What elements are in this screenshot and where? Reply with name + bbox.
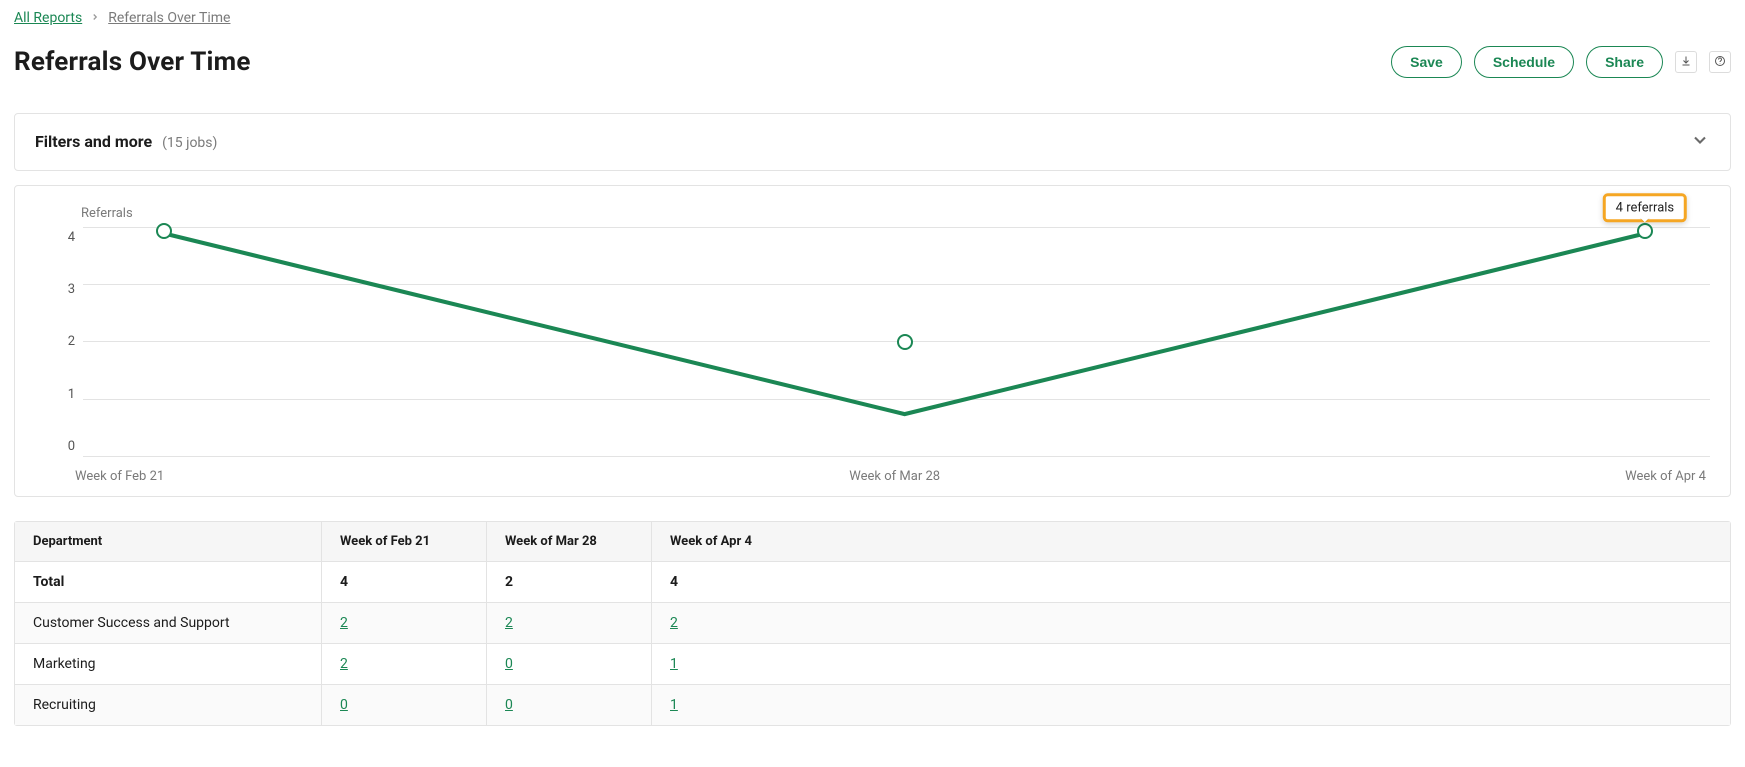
filters-panel[interactable]: Filters and more (15 jobs) (14, 113, 1731, 171)
table-value-link[interactable]: 2 (340, 656, 348, 672)
chart-line-layer (83, 227, 1710, 601)
filters-label-wrap: Filters and more (15 jobs) (35, 132, 217, 151)
table-value-link[interactable]: 0 (505, 697, 513, 713)
chart-tooltip: 4 referrals (1603, 193, 1687, 222)
breadcrumb: All Reports Referrals Over Time (14, 10, 1731, 26)
table-value-link[interactable]: 2 (505, 615, 513, 631)
chevron-down-icon (1690, 130, 1710, 154)
table-cell: 0 (487, 685, 652, 725)
table-cell: 2 (322, 603, 487, 644)
chevron-right-icon (90, 10, 100, 26)
table-value-link[interactable]: 1 (670, 697, 678, 713)
chart-ytick: 2 (68, 335, 75, 348)
schedule-button[interactable]: Schedule (1474, 46, 1574, 78)
table-value-link[interactable]: 2 (340, 615, 348, 631)
chart-ytick: 3 (68, 283, 75, 296)
chart-ylabel: Referrals (81, 206, 1710, 221)
table-value-link[interactable]: 1 (670, 656, 678, 672)
chart-plot: 4 referrals (83, 227, 1710, 457)
breadcrumb-current: Referrals Over Time (108, 10, 230, 26)
table-cell: 1 (652, 644, 1730, 685)
table-cell-department: Marketing (15, 644, 322, 685)
page-title: Referrals Over Time (14, 47, 251, 77)
save-button[interactable]: Save (1391, 46, 1462, 78)
table-cell: 0 (487, 644, 652, 685)
chart: 4 3 2 1 0 4 referrals (35, 227, 1710, 457)
download-button[interactable] (1675, 51, 1697, 73)
chart-point[interactable] (897, 334, 913, 350)
table-row: Recruiting 0 0 1 (15, 685, 1730, 725)
table-cell-department: Recruiting (15, 685, 322, 725)
page-actions: Save Schedule Share (1391, 46, 1731, 78)
help-icon (1714, 55, 1726, 70)
table-value-link[interactable]: 0 (505, 656, 513, 672)
table-value-link[interactable]: 0 (340, 697, 348, 713)
table-cell: 2 (322, 644, 487, 685)
table-cell: 0 (322, 685, 487, 725)
breadcrumb-root-link[interactable]: All Reports (14, 10, 82, 26)
chart-yaxis: 4 3 2 1 0 (35, 227, 83, 457)
share-button[interactable]: Share (1586, 46, 1663, 78)
filters-count: (15 jobs) (162, 135, 217, 151)
help-button[interactable] (1709, 51, 1731, 73)
filters-label: Filters and more (35, 132, 152, 151)
table-cell: 2 (487, 603, 652, 644)
chart-ytick: 4 (68, 231, 75, 244)
table-cell-department: Customer Success and Support (15, 603, 322, 644)
table-value-link[interactable]: 2 (670, 615, 678, 631)
table-row: Marketing 2 0 1 (15, 644, 1730, 685)
chart-ytick: 0 (68, 440, 75, 453)
chart-ytick: 1 (68, 388, 75, 401)
chart-card: Referrals 43210 4 referrals Week of Feb … (14, 185, 1731, 497)
table-cell: 2 (652, 603, 1730, 644)
table-row: Customer Success and Support 2 2 2 (15, 603, 1730, 644)
chart-point[interactable] (156, 223, 172, 239)
table-cell: 1 (652, 685, 1730, 725)
download-icon (1680, 55, 1692, 70)
title-row: Referrals Over Time Save Schedule Share (14, 30, 1731, 95)
